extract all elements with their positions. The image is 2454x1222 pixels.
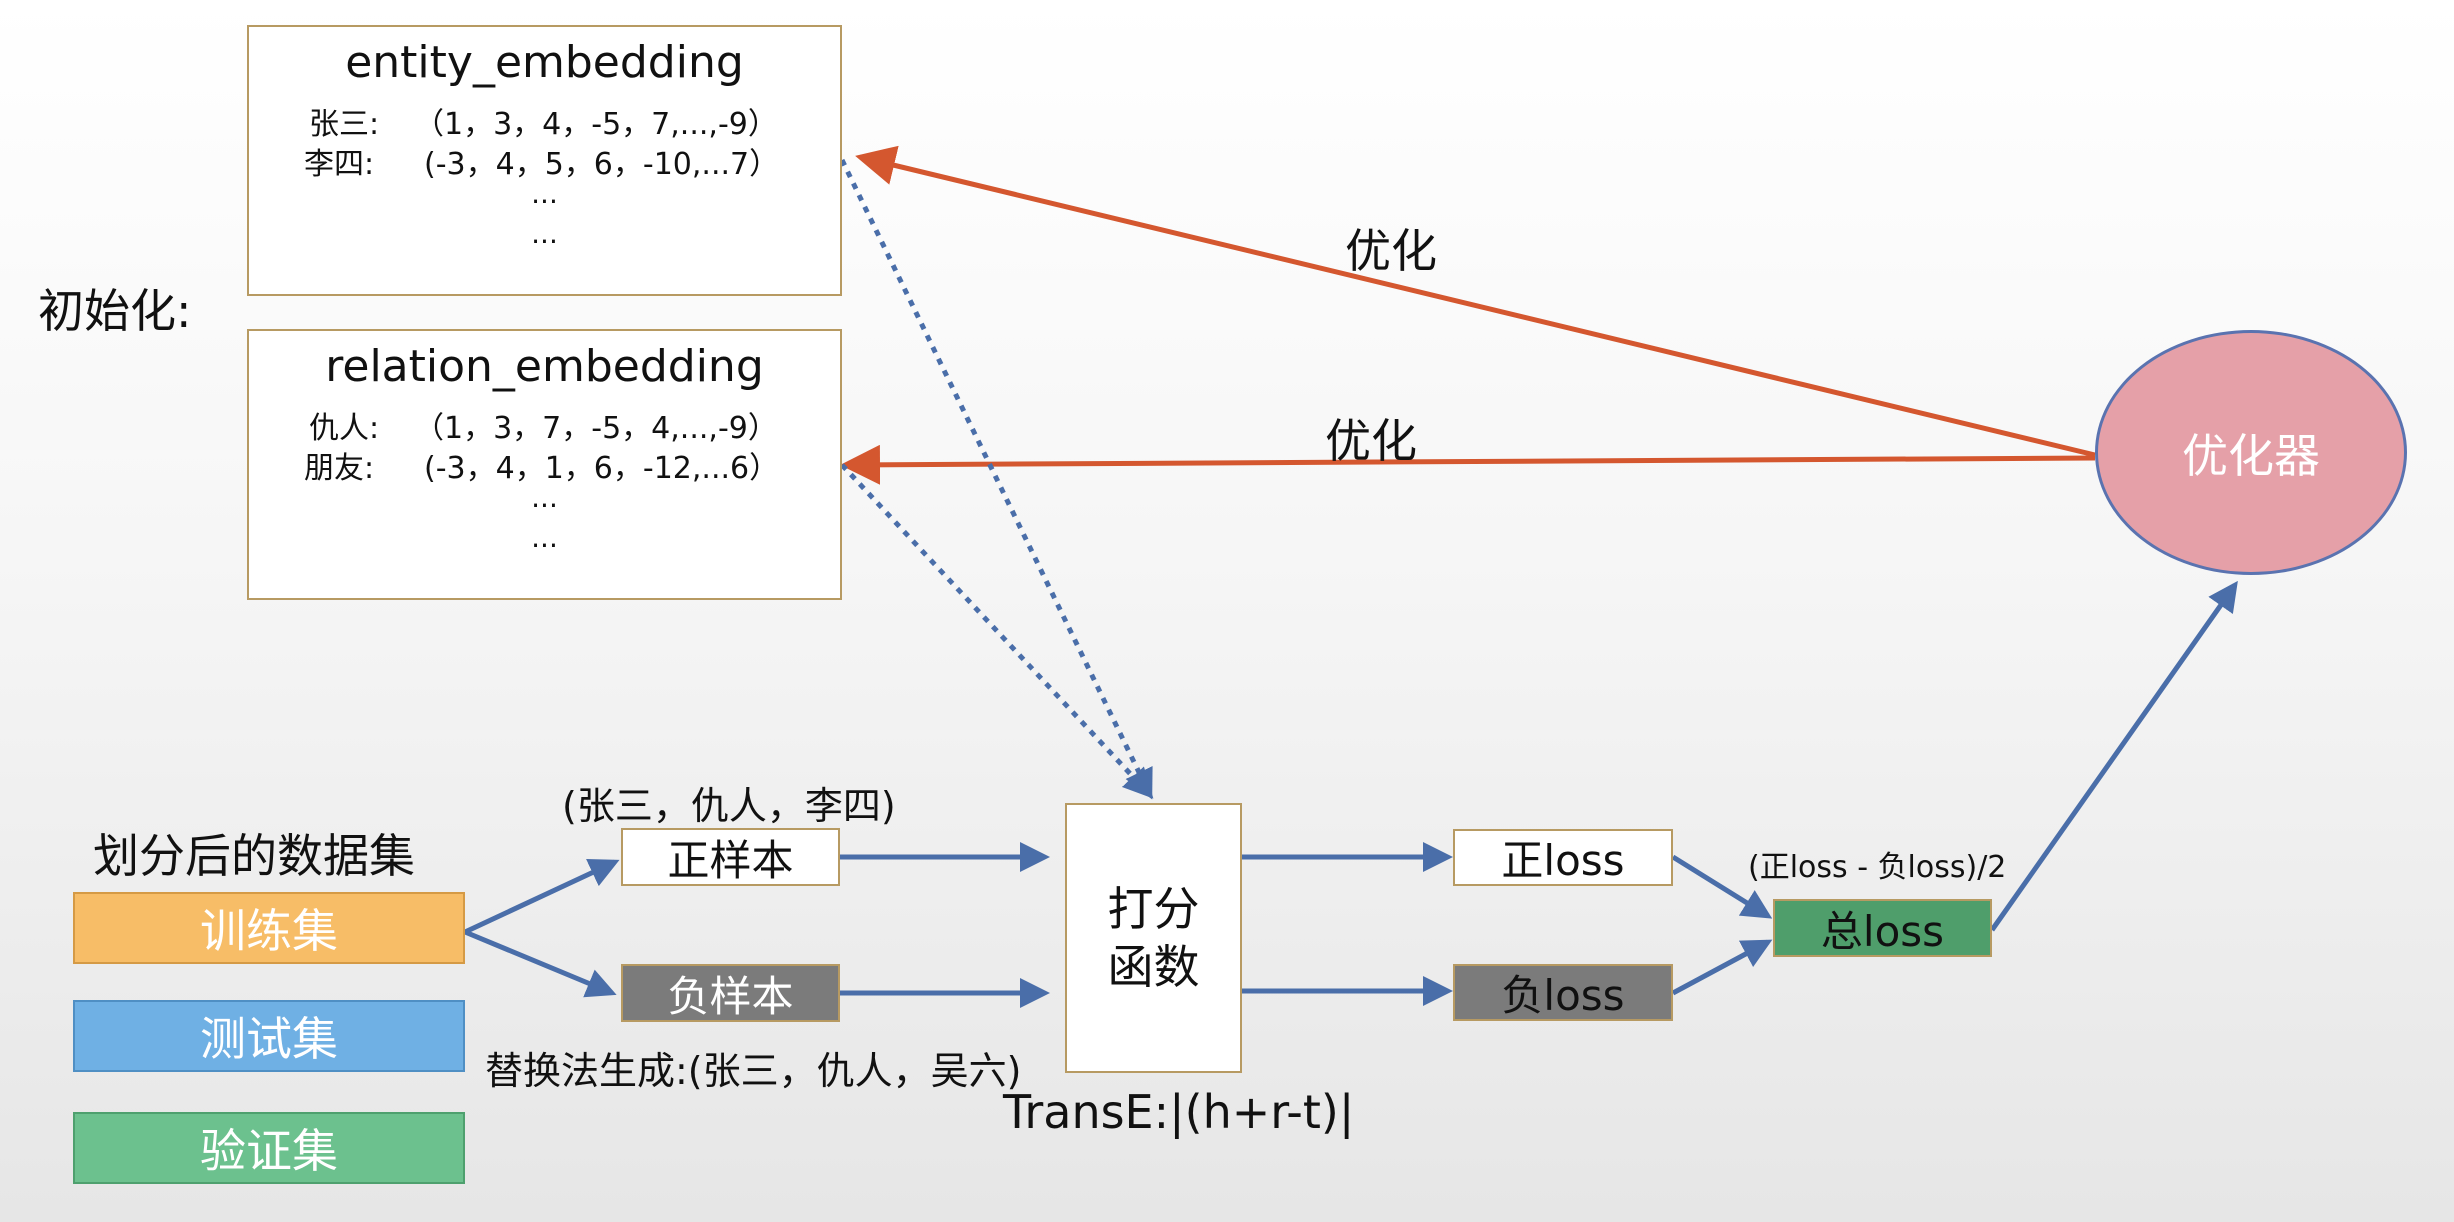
optimizer-label: 优化器 [2182, 428, 2320, 483]
score-function-line1: 打分 [1107, 882, 1200, 936]
optimize-relation-arrow [840, 444, 2096, 485]
entity-embedding-box: entity_embedding 张三: （1，3，4，-5，7,...,-9）… [247, 25, 842, 296]
relation-embedding-title: relation_embedding [325, 341, 764, 392]
relation-row-name: 仇人: [309, 411, 380, 446]
entity-ellipsis: ... [531, 217, 558, 250]
positive-sample-label: 正样本 [667, 835, 794, 885]
entity-row-name: 张三: [309, 107, 380, 142]
test-set-label: 测试集 [200, 1012, 338, 1066]
relation-ellipsis: ... [531, 521, 558, 554]
score-function-line2: 函数 [1107, 940, 1200, 994]
relation-ellipsis: ... [531, 481, 558, 514]
total-to-optimizer-arrow [1989, 580, 2238, 932]
optimizer-node: 优化器 [2095, 330, 2407, 575]
score-function-box: 打分 函数 [1065, 803, 1242, 1073]
total-loss-label: 总loss [1820, 906, 1945, 956]
train-to-negative-arrow [464, 929, 617, 998]
init-label: 初始化: [38, 284, 192, 338]
optimize-entity-label: 优化 [1345, 224, 1437, 278]
valid-set-box: 验证集 [73, 1112, 465, 1184]
dataset-title: 划分后的数据集 [93, 829, 415, 883]
transe-formula: TransE:|(h+r-t)| [1003, 1085, 1355, 1139]
negative-example-label: 替换法生成:(张三，仇人，吴六) [485, 1049, 1022, 1093]
relation-row-vector: （1，3，7，-5，4,...,-9） [414, 411, 778, 446]
relation-to-score-dotted-arrow [840, 463, 1154, 799]
negative-sample-label: 负样本 [667, 971, 794, 1021]
neg-loss-to-total-arrow [1671, 939, 1773, 996]
positive-example-label: (张三，仇人，李四) [562, 784, 896, 828]
negative-loss-box: 负loss [1453, 964, 1673, 1021]
train-to-positive-arrow [463, 858, 620, 935]
positive-sample-box: 正样本 [621, 828, 840, 886]
entity-row-vector: （1，3，4，-5，7,...,-9） [414, 107, 778, 142]
negative-sample-box: 负样本 [621, 964, 840, 1022]
test-set-box: 测试集 [73, 1000, 465, 1072]
total-loss-formula: (正loss - 负loss)/2 [1748, 850, 2007, 885]
positive-loss-box: 正loss [1453, 829, 1673, 886]
entity-ellipsis: ... [531, 177, 558, 210]
optimize-relation-label: 优化 [1325, 414, 1417, 468]
valid-set-label: 验证集 [200, 1124, 338, 1178]
negative-loss-label: 负loss [1501, 971, 1625, 1020]
positive-loss-label: 正loss [1501, 836, 1625, 885]
relation-embedding-box: relation_embedding 仇人: （1，3，7，-5，4,...,-… [247, 329, 842, 600]
optimize-entity-arrow [855, 145, 2096, 458]
train-set-label: 训练集 [200, 904, 338, 958]
train-set-box: 训练集 [73, 892, 465, 964]
entity-to-score-dotted-arrow [839, 158, 1153, 800]
entity-embedding-title: entity_embedding [345, 37, 744, 88]
total-loss-box: 总loss [1773, 899, 1992, 957]
